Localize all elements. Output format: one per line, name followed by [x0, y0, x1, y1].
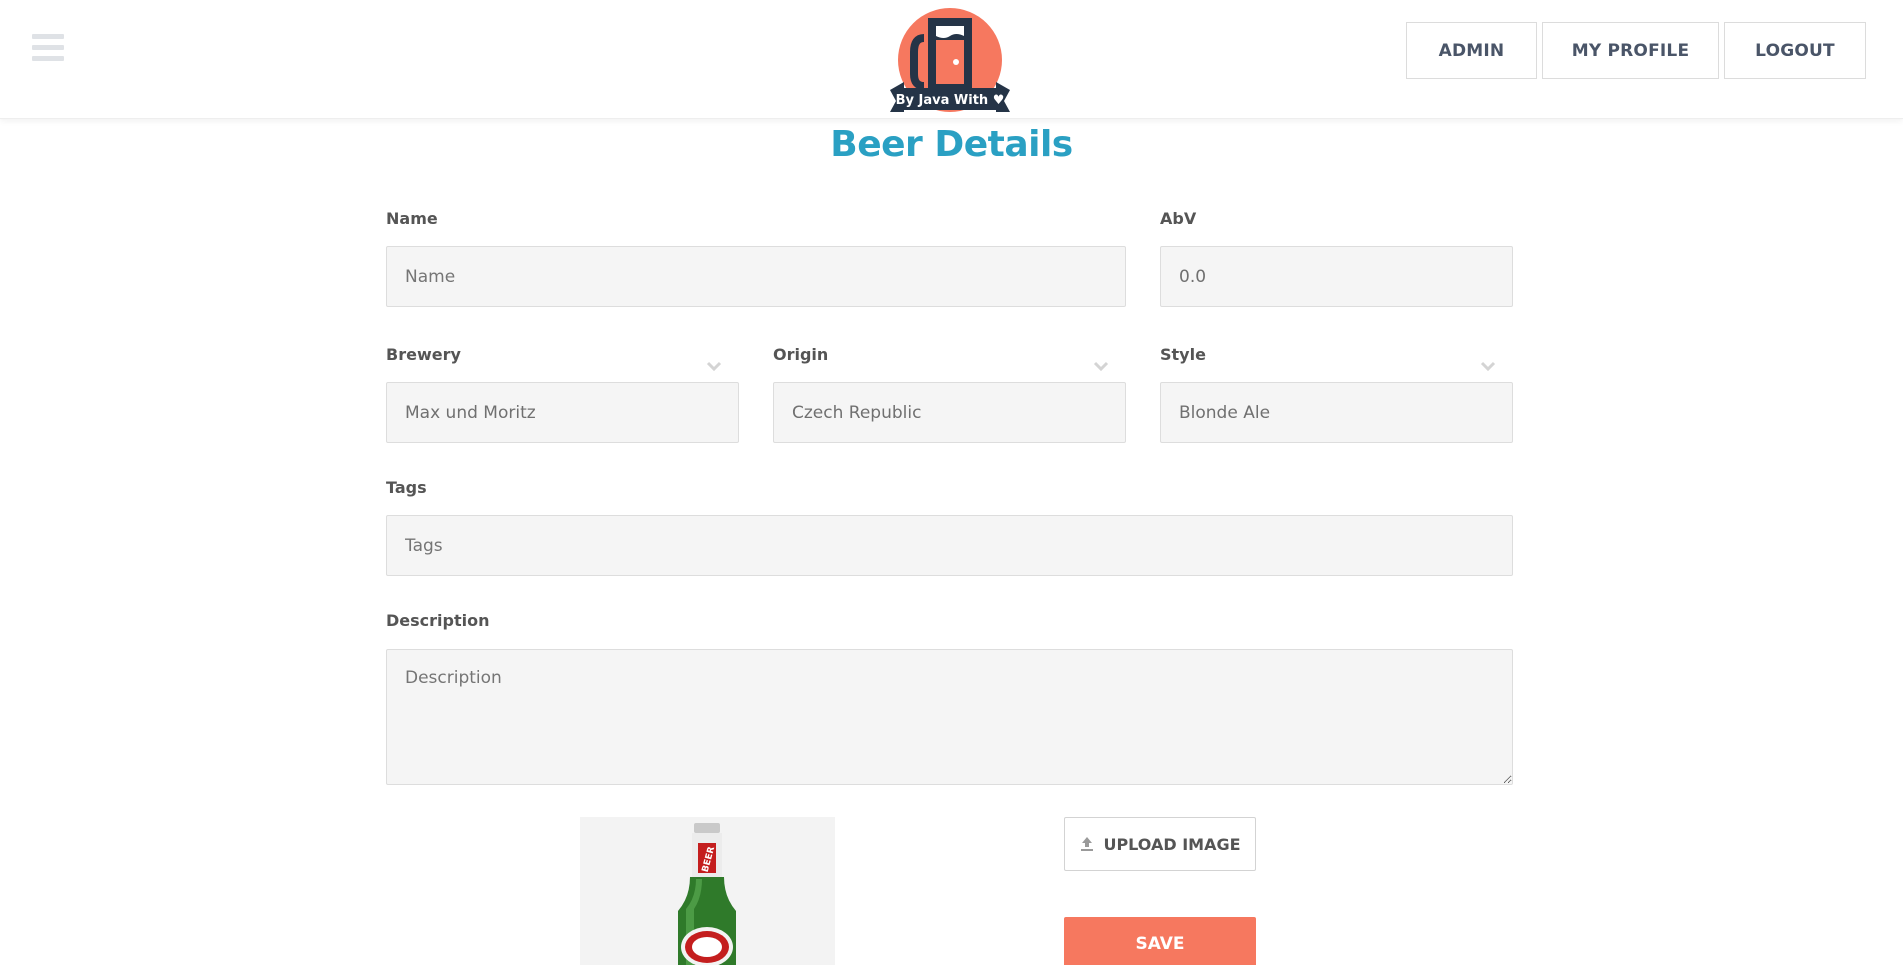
logout-button[interactable]: LOGOUT — [1724, 22, 1866, 79]
description-textarea[interactable] — [386, 649, 1513, 785]
tags-label: Tags — [386, 478, 427, 497]
origin-label: Origin — [773, 345, 829, 364]
logo-text: By Java With ♥ — [896, 93, 1005, 108]
abv-label: AbV — [1160, 209, 1197, 228]
page-title: Beer Details — [830, 124, 1073, 165]
brewery-chevron-down-icon[interactable] — [706, 361, 722, 371]
description-label: Description — [386, 611, 490, 630]
tags-input[interactable] — [386, 515, 1513, 576]
name-input[interactable] — [386, 246, 1126, 307]
upload-image-button[interactable]: UPLOAD IMAGE — [1064, 817, 1256, 871]
menu-icon[interactable] — [32, 34, 64, 64]
top-nav: ADMIN MY PROFILE LOGOUT — [1406, 22, 1866, 79]
upload-image-label: UPLOAD IMAGE — [1103, 834, 1241, 854]
save-button[interactable]: SAVE — [1064, 917, 1256, 965]
my-profile-button[interactable]: MY PROFILE — [1542, 22, 1719, 79]
abv-input[interactable]: 0.0 — [1160, 246, 1513, 307]
name-label: Name — [386, 209, 438, 228]
upload-icon — [1081, 837, 1094, 851]
beer-image-preview: BEER — [580, 817, 835, 965]
style-label: Style — [1160, 345, 1206, 364]
beer-bottle-image: BEER — [678, 823, 736, 965]
style-select[interactable]: Blonde Ale — [1160, 382, 1513, 443]
top-bar: By Java With ♥ ADMIN MY PROFILE LOGOUT — [0, 0, 1903, 119]
brand-logo[interactable]: By Java With ♥ — [886, 4, 1014, 116]
origin-chevron-down-icon[interactable] — [1093, 361, 1109, 371]
style-chevron-down-icon[interactable] — [1480, 361, 1496, 371]
admin-button[interactable]: ADMIN — [1406, 22, 1537, 79]
brewery-select[interactable]: Max und Moritz — [386, 382, 739, 443]
brewery-label: Brewery — [386, 345, 461, 364]
origin-select[interactable]: Czech Republic — [773, 382, 1126, 443]
